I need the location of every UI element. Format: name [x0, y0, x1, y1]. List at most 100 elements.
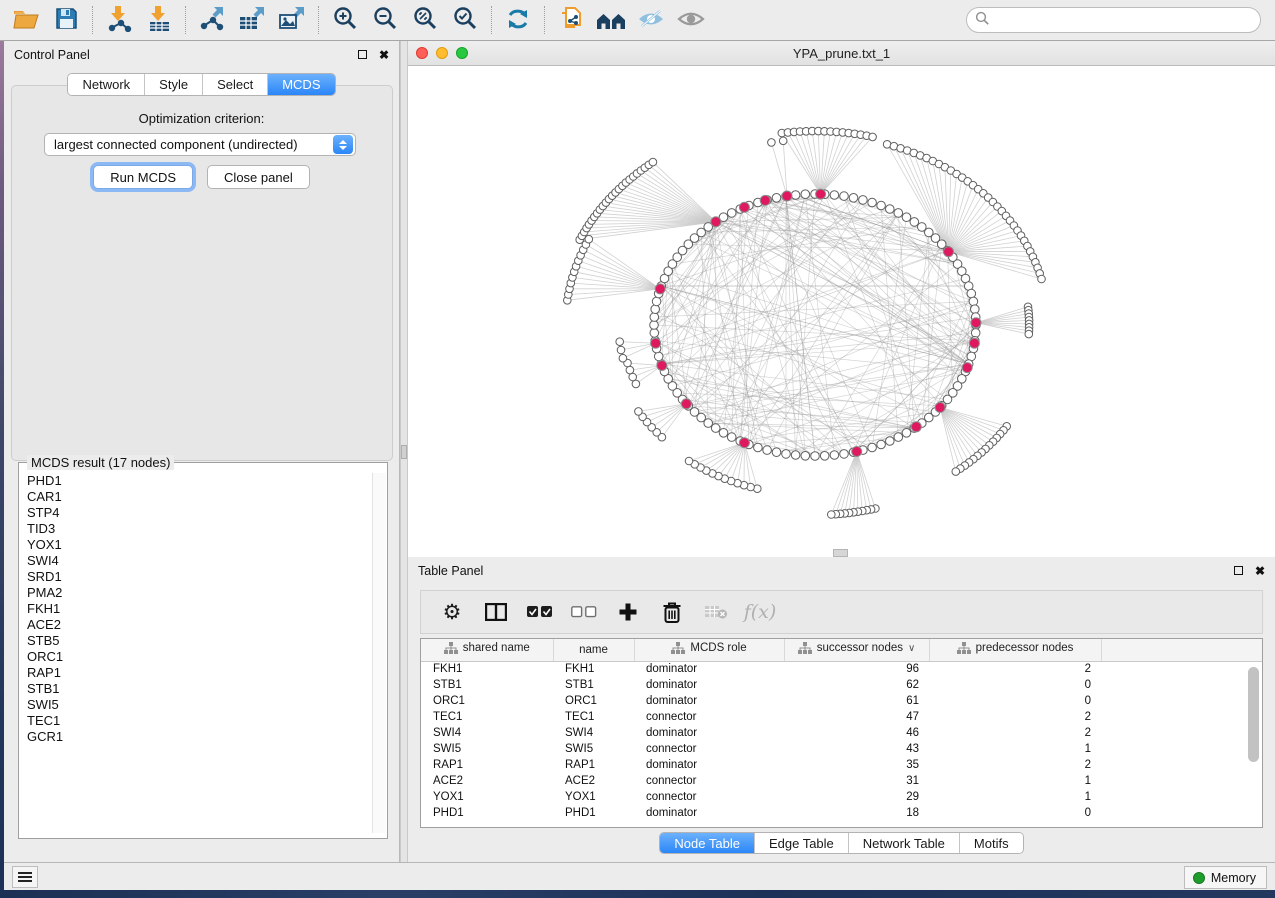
tab-network[interactable]: Network — [68, 74, 145, 95]
export-network-button[interactable] — [192, 3, 232, 37]
column-name[interactable]: name — [553, 639, 634, 661]
import-network-button[interactable] — [99, 3, 139, 37]
mcds-result-item[interactable]: FKH1 — [20, 601, 372, 617]
mcds-result-item[interactable]: SWI4 — [20, 553, 372, 569]
mcds-result-item[interactable]: SRD1 — [20, 569, 372, 585]
mcds-result-item[interactable]: ORC1 — [20, 649, 372, 665]
vertical-splitter[interactable] — [400, 41, 408, 862]
duplicate-network-button[interactable] — [551, 3, 591, 37]
hide-selected-button[interactable] — [631, 3, 671, 37]
table-row[interactable]: SWI4SWI4dominator462 — [421, 725, 1262, 741]
delete-table-icon — [704, 604, 728, 620]
column-mcds-role[interactable]: MCDS role — [634, 639, 784, 661]
checked-boxes-icon — [527, 606, 553, 618]
open-session-button[interactable] — [6, 3, 46, 37]
table-settings-button[interactable]: ⚙ — [435, 596, 469, 628]
tab-mcds[interactable]: MCDS — [268, 74, 334, 95]
column-selector-button[interactable] — [479, 596, 513, 628]
tab-edge-table[interactable]: Edge Table — [755, 833, 849, 853]
splitter-handle[interactable] — [401, 445, 407, 459]
table-scrollbar-thumb[interactable] — [1248, 667, 1259, 762]
save-session-button[interactable] — [46, 3, 86, 37]
table-row[interactable]: ORC1ORC1dominator610 — [421, 693, 1262, 709]
close-panel-button[interactable]: Close panel — [207, 165, 310, 189]
export-table-icon — [238, 5, 266, 35]
float-table-panel-icon[interactable] — [1234, 566, 1243, 575]
mcds-result-item[interactable]: STB5 — [20, 633, 372, 649]
table-row[interactable]: RAP1RAP1dominator352 — [421, 757, 1262, 773]
mcds-list-scrollbar[interactable] — [372, 473, 386, 833]
column-shared-name[interactable]: shared name — [421, 639, 553, 661]
mcds-result-item[interactable]: PMA2 — [20, 585, 372, 601]
refresh-view-button[interactable] — [498, 3, 538, 37]
criterion-selected-value: largest connected component (undirected) — [45, 137, 333, 152]
first-neighbors-button[interactable] — [591, 3, 631, 37]
network-canvas[interactable] — [408, 66, 1275, 557]
mcds-result-item[interactable]: PHD1 — [20, 473, 372, 489]
close-table-panel-icon[interactable]: ✖ — [1255, 565, 1265, 577]
table-row[interactable]: YOX1YOX1connector291 — [421, 789, 1262, 805]
tab-motifs[interactable]: Motifs — [960, 833, 1023, 853]
toolbar-search — [966, 7, 1261, 33]
export-table-button[interactable] — [232, 3, 272, 37]
criterion-dropdown[interactable]: largest connected component (undirected) — [44, 133, 356, 156]
table-row[interactable]: TEC1TEC1connector472 — [421, 709, 1262, 725]
tab-node-table[interactable]: Node Table — [660, 833, 755, 853]
import-table-button[interactable] — [139, 3, 179, 37]
network-titlebar[interactable]: YPA_prune.txt_1 — [408, 41, 1275, 66]
import-network-icon — [106, 5, 133, 35]
open-folder-icon — [13, 8, 39, 32]
close-panel-icon[interactable]: ✖ — [379, 49, 389, 61]
mcds-result-item[interactable]: GCR1 — [20, 729, 372, 745]
zoom-selected-button[interactable] — [445, 3, 485, 37]
delete-table-button[interactable] — [699, 596, 733, 628]
export-network-icon — [199, 5, 226, 35]
select-all-button[interactable] — [523, 596, 557, 628]
mcds-result-item[interactable]: ACE2 — [20, 617, 372, 633]
table-row[interactable]: STB1STB1dominator620 — [421, 677, 1262, 693]
duplicate-network-icon — [558, 5, 585, 36]
main-toolbar — [0, 0, 1275, 41]
search-input[interactable] — [990, 10, 1260, 30]
trash-icon — [661, 601, 683, 624]
run-mcds-button[interactable]: Run MCDS — [93, 165, 193, 189]
tab-style[interactable]: Style — [145, 74, 203, 95]
mcds-result-item[interactable]: STB1 — [20, 681, 372, 697]
column-predecessor-nodes[interactable]: predecessor nodes — [929, 639, 1101, 661]
table-row[interactable]: FKH1FKH1dominator962 — [421, 661, 1262, 677]
mcds-result-item[interactable]: CAR1 — [20, 489, 372, 505]
deselect-all-button[interactable] — [567, 596, 601, 628]
float-panel-icon[interactable] — [358, 50, 367, 59]
add-column-button[interactable] — [611, 596, 645, 628]
table-row[interactable]: PHD1PHD1dominator180 — [421, 805, 1262, 821]
search-field-frame[interactable] — [966, 7, 1261, 33]
mcds-result-item[interactable]: SWI5 — [20, 697, 372, 713]
network-graph[interactable] — [408, 66, 1275, 557]
mcds-result-item[interactable]: STP4 — [20, 505, 372, 521]
zoom-in-button[interactable] — [325, 3, 365, 37]
zoom-selected-icon — [453, 6, 478, 34]
table-row[interactable]: ACE2ACE2connector311 — [421, 773, 1262, 789]
mcds-result-item[interactable]: TEC1 — [20, 713, 372, 729]
table-panel-tabs: Node Table Edge Table Network Table Moti… — [408, 832, 1275, 854]
mcds-result-item[interactable]: TID3 — [20, 521, 372, 537]
function-builder-button[interactable]: f(x) — [743, 596, 777, 628]
control-panel-header: Control Panel ✖ — [4, 41, 399, 68]
column-successor-nodes[interactable]: successor nodes∨ — [784, 639, 929, 661]
table-row[interactable]: SWI5SWI5connector431 — [421, 741, 1262, 757]
memory-button[interactable]: Memory — [1184, 866, 1267, 889]
tab-network-table[interactable]: Network Table — [849, 833, 960, 853]
zoom-out-button[interactable] — [365, 3, 405, 37]
delete-column-button[interactable] — [655, 596, 689, 628]
task-history-button[interactable] — [12, 866, 38, 888]
zoom-fit-button[interactable] — [405, 3, 445, 37]
network-title: YPA_prune.txt_1 — [408, 46, 1275, 61]
mcds-result-item[interactable]: RAP1 — [20, 665, 372, 681]
table-panel-header: Table Panel ✖ — [408, 557, 1275, 584]
tab-select[interactable]: Select — [203, 74, 268, 95]
export-image-button[interactable] — [272, 3, 312, 37]
mcds-result-item[interactable]: YOX1 — [20, 537, 372, 553]
horizontal-splitter-handle[interactable] — [833, 549, 848, 557]
show-all-button[interactable] — [671, 3, 711, 37]
table-panel-title: Table Panel — [418, 564, 483, 578]
